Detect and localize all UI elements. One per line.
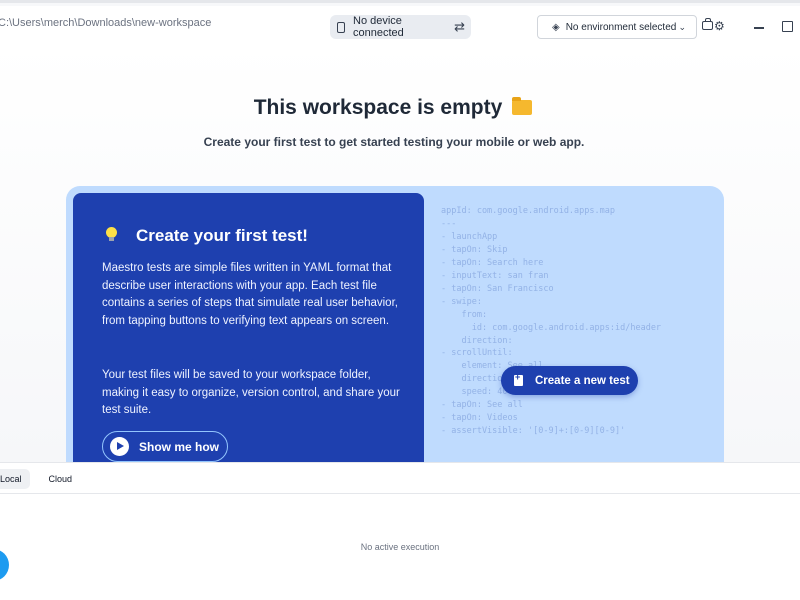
phone-icon [337,21,345,33]
code-line: - tapOn: See all [441,400,523,411]
folder-icon [512,97,533,115]
code-line: - assertVisible: '[0-9]+:[0-9][0-9]' [441,426,626,437]
card-paragraph-2: Your test files will be saved to your wo… [102,369,400,417]
page-subtitle: Create your first test to get started te… [203,135,585,149]
code-line: - tapOn: Search here [441,257,544,268]
yaml-code-preview: appId: com.google.android.apps.map --- - l… [441,205,721,438]
gear-icon[interactable]: ⚙ [714,20,725,32]
code-line: - inputText: san fran [441,270,549,281]
page-title: This workspace is empty [0,96,786,120]
card-title: Create your first test! [136,226,308,245]
empty-execution-message: No active execution [360,542,440,552]
device-selector[interactable]: No device connected ⇄ [330,15,471,39]
code-line: appId: com.google.android.apps.map [441,206,615,216]
code-line: - swipe: [441,296,482,307]
environment-label: No environment selected [565,21,677,33]
show-me-how-label: Show me how [139,439,220,454]
divider [0,493,800,494]
title-bar: C:\Users\merch\Downloads\new-workspace N… [0,6,800,42]
minimize-icon[interactable] [754,27,764,29]
intro-panel: Create your first test! Maestro tests ar… [73,193,424,476]
lightbulb-icon [106,227,117,241]
page-title-text: This workspace is empty [253,96,503,119]
workspace-path: C:\Users\merch\Downloads\new-workspace [0,17,212,29]
code-line: - tapOn: San Francisco [441,283,554,294]
bag-icon[interactable] [702,18,713,30]
code-line: direction: [441,335,513,346]
maximize-icon[interactable] [782,21,793,32]
card-paragraph-1: Maestro tests are simple files written i… [102,262,398,328]
floating-action-button[interactable] [0,549,9,581]
layers-icon: ◈ [552,21,560,33]
code-line: - scrollUntil: [441,348,513,359]
swap-icon[interactable]: ⇄ [454,19,465,35]
code-line: - tapOn: Skip [441,244,508,255]
code-line: id: com.google.android.apps:id/header [441,322,662,333]
tab-cloud[interactable]: Cloud [41,469,81,489]
code-line: - launchApp [441,231,498,242]
code-line: from: [441,309,488,320]
device-status-label: No device connected [353,15,404,39]
main-content: This workspace is empty Create your firs… [0,42,800,476]
chevron-down-icon: ⌄ [678,21,686,32]
code-line: --- [441,218,457,229]
app-window: C:\Users\merch\Downloads\new-workspace N… [0,0,800,600]
play-icon [110,437,129,456]
new-file-icon [514,372,523,386]
onboarding-card: Create your first test! Maestro tests ar… [66,186,724,476]
tab-local[interactable]: Local [0,469,30,489]
create-new-test-button[interactable]: Create a new test [501,366,638,395]
environment-select[interactable]: ◈ No environment selected ⌄ [537,15,697,39]
create-new-test-label: Create a new test [535,374,630,387]
execution-tabs: Local Cloud [0,469,80,489]
show-me-how-button[interactable]: Show me how [102,431,228,462]
execution-panel: Local Cloud No active execution [0,462,800,600]
code-line: - tapOn: Videos [441,413,518,424]
